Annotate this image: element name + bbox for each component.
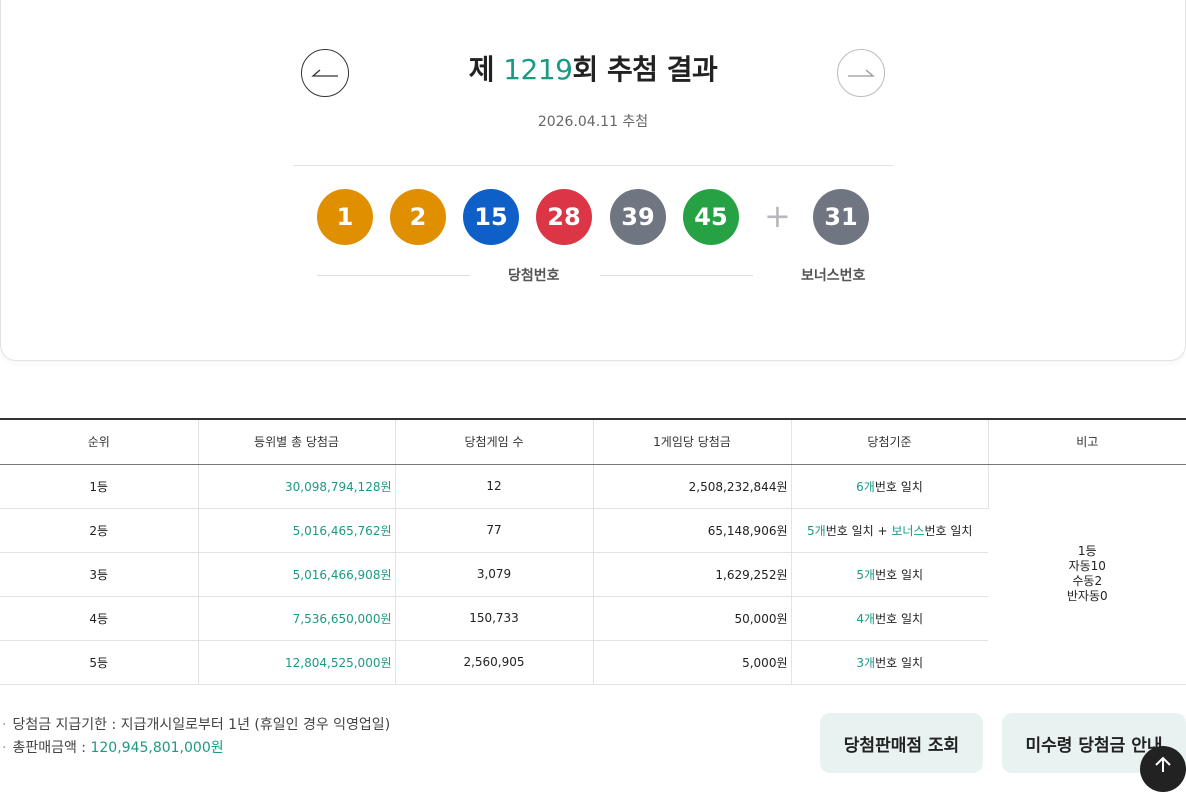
rank-cell: 5등 — [0, 640, 199, 685]
winning-ball-6: 45 — [683, 189, 739, 245]
header-prize-per-game: 1게임당 당첨금 — [593, 419, 792, 465]
rank-cell: 4등 — [0, 596, 199, 641]
table-header-row: 순위 등위별 총 당첨금 당첨게임 수 1게임당 당첨금 당첨기준 비고 — [0, 419, 1186, 465]
total-prize-cell: 30,098,794,128원 — [198, 464, 396, 509]
games-cell: 2,560,905 — [395, 640, 594, 685]
header-remarks: 비고 — [988, 419, 1186, 465]
criteria-cell: 5개번호 일치 — [791, 552, 988, 597]
per-game-cell: 2,508,232,844원 — [593, 464, 792, 509]
total-prize-cell: 5,016,466,908원 — [198, 552, 396, 597]
per-game-cell: 5,000원 — [593, 640, 792, 685]
info-notes: · 당첨금 지급기한 : 지급개시일로부터 1년 (휴일인 경우 익영업일) · 총… — [2, 714, 390, 760]
plus-sign: + — [764, 197, 791, 235]
winning-stores-button[interactable]: 당첨판매점 조회 — [820, 713, 983, 773]
draw-date: 2026.04.11 추첨 — [537, 114, 649, 130]
games-cell: 150,733 — [395, 596, 594, 641]
winning-ball-2: 2 — [390, 189, 446, 245]
per-game-cell: 65,148,906원 — [593, 508, 792, 553]
winning-ball-5: 39 — [610, 189, 666, 245]
header-criteria: 당첨기준 — [791, 419, 989, 465]
games-cell: 12 — [395, 464, 594, 509]
page-title: 제 1219회 추첨 결과 — [468, 53, 718, 86]
total-prize-cell: 7,536,650,000원 — [198, 596, 396, 641]
bonus-ball: 31 — [813, 189, 869, 245]
payment-deadline-note: · 당첨금 지급기한 : 지급개시일로부터 1년 (휴일인 경우 익영업일) — [2, 717, 391, 733]
scroll-to-top-button[interactable] — [1140, 746, 1186, 792]
criteria-cell: 3개번호 일치 — [791, 640, 988, 685]
remarks-cell: 1등 자동10 수동2 반자동0 — [988, 464, 1186, 685]
winning-ball-3: 15 — [463, 189, 519, 245]
winning-numbers-label: 당첨번호 — [508, 268, 560, 284]
criteria-cell: 6개번호 일치 — [791, 464, 989, 509]
rank-cell: 2등 — [0, 508, 199, 553]
rank-cell: 3등 — [0, 552, 199, 597]
winning-ball-4: 28 — [536, 189, 592, 245]
total-sales-note: · 총판매금액 : 120,945,801,000원 — [2, 740, 224, 756]
header-winning-games: 당첨게임 수 — [395, 419, 594, 465]
round-number: 1219 — [503, 53, 573, 86]
total-prize-cell: 5,016,465,762원 — [198, 508, 396, 553]
winning-ball-1: 1 — [317, 189, 373, 245]
games-cell: 77 — [395, 508, 594, 553]
winning-numbers-line-right — [600, 275, 753, 276]
games-cell: 3,079 — [395, 552, 594, 597]
rank-cell: 1등 — [0, 464, 199, 509]
divider — [293, 165, 893, 166]
arrow-right-icon — [848, 69, 875, 77]
bonus-number-label: 보너스번호 — [801, 268, 866, 284]
prize-table: 순위 등위별 총 당첨금 당첨게임 수 1게임당 당첨금 당첨기준 비고 1등 … — [0, 418, 1186, 685]
criteria-cell: 4개번호 일치 — [791, 596, 988, 641]
header-rank: 순위 — [0, 419, 199, 465]
winning-numbers-line-left — [317, 275, 470, 276]
next-round-button[interactable] — [837, 49, 885, 97]
criteria-cell: 5개번호 일치 + 보너스번호 일치 — [791, 508, 988, 553]
total-sales-value: 120,945,801,000원 — [90, 740, 224, 756]
total-prize-cell: 12,804,525,000원 — [198, 640, 396, 685]
per-game-cell: 50,000원 — [593, 596, 792, 641]
header-total-prize: 등위별 총 당첨금 — [198, 419, 396, 465]
table-row: 1등 30,098,794,128원 12 2,508,232,844원 6개번… — [0, 464, 1186, 685]
per-game-cell: 1,629,252원 — [593, 552, 792, 597]
